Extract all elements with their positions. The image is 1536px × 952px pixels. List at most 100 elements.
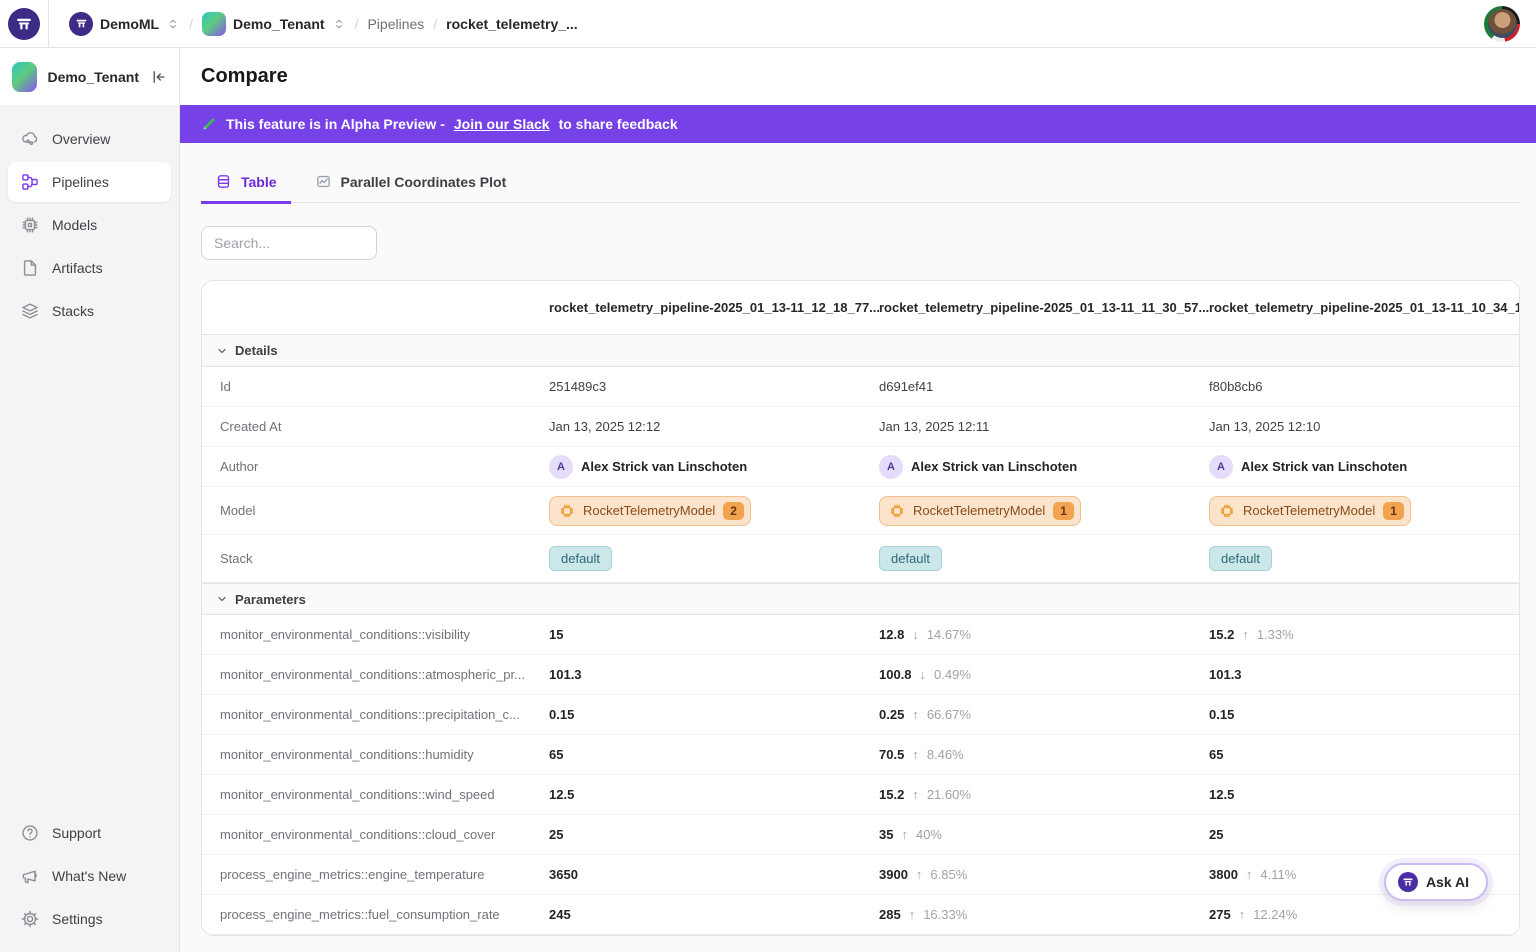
parameter-name: monitor_environmental_conditions::wind_s… [202, 787, 549, 802]
model-name: RocketTelemetryModel [1243, 503, 1375, 518]
parameter-delta: 40% [916, 827, 942, 842]
detail-cell: RocketTelemetryModel2 [549, 496, 879, 526]
join-slack-link[interactable]: Join our Slack [454, 116, 550, 132]
model-badge[interactable]: RocketTelemetryModel1 [879, 496, 1081, 526]
stack-badge[interactable]: default [879, 546, 942, 571]
breadcrumb-org-switcher[interactable]: DemoML [69, 12, 180, 36]
arrow-up-icon: ↑ [909, 907, 916, 922]
chip-badge-icon [559, 503, 575, 519]
author-name: Alex Strick van Linschoten [911, 459, 1077, 474]
parameter-name: process_engine_metrics::engine_temperatu… [202, 867, 549, 882]
detail-cell: default [1209, 546, 1519, 571]
arrow-up-icon: ↑ [916, 867, 923, 882]
parameter-value: 0.15 [549, 707, 574, 722]
tab-table[interactable]: Table [201, 165, 291, 204]
breadcrumb-tenant-switcher[interactable]: Demo_Tenant [202, 12, 346, 36]
detail-row-label: Model [202, 503, 549, 518]
parameter-cell: 12.8↓14.67% [879, 627, 1209, 642]
sidebar-item-artifacts[interactable]: Artifacts [8, 248, 171, 288]
chevron-down-icon [216, 593, 228, 605]
details-section-label: Details [235, 343, 278, 358]
question-icon [20, 823, 40, 843]
parameter-row: monitor_environmental_conditions::wind_s… [202, 775, 1519, 815]
user-avatar[interactable] [1484, 6, 1520, 42]
author-avatar: A [549, 455, 573, 479]
ask-ai-button[interactable]: Ask AI [1384, 863, 1488, 901]
parameter-value: 3800 [1209, 867, 1238, 882]
parameter-cell: 0.15 [1209, 707, 1519, 722]
arrow-down-icon: ↓ [912, 627, 919, 642]
model-name: RocketTelemetryModel [913, 503, 1045, 518]
breadcrumb-current-page: rocket_telemetry_... [446, 16, 578, 32]
detail-cell: default [879, 546, 1209, 571]
model-version-count: 2 [723, 502, 744, 520]
parameter-cell: 65 [549, 747, 879, 762]
parameter-row: monitor_environmental_conditions::humidi… [202, 735, 1519, 775]
detail-row-id: Id251489c3d691ef41f80b8cb6 [202, 367, 1519, 407]
tenant-logo-icon [12, 62, 37, 92]
model-badge[interactable]: RocketTelemetryModel2 [549, 496, 751, 526]
sidebar-item-support[interactable]: Support [8, 813, 171, 853]
content: Table Parallel Coordinates Plot rocket_t… [180, 143, 1536, 952]
chip-icon [20, 215, 40, 235]
org-name: DemoML [100, 16, 159, 32]
sidebar-item-stacks[interactable]: Stacks [8, 291, 171, 331]
sidebar-item-pipelines[interactable]: Pipelines [8, 162, 171, 202]
detail-row-model: ModelRocketTelemetryModel2RocketTelemetr… [202, 487, 1519, 535]
sidebar-item-models[interactable]: Models [8, 205, 171, 245]
breadcrumb-pipelines-link[interactable]: Pipelines [367, 16, 424, 32]
stack-badge[interactable]: default [1209, 546, 1272, 571]
parameter-row: monitor_environmental_conditions::cloud_… [202, 815, 1519, 855]
parameter-cell: 0.15 [549, 707, 879, 722]
sidebar-collapse-button[interactable] [149, 68, 167, 86]
sidebar-item-label: Pipelines [52, 174, 109, 190]
ask-ai-label: Ask AI [1426, 874, 1469, 890]
sidebar-item-label: What's New [52, 868, 126, 884]
sidebar-header: Demo_Tenant [0, 48, 179, 105]
sidebar-footer: Support What's New Settings [0, 813, 179, 952]
layers-icon [20, 301, 40, 321]
parameter-value: 245 [549, 907, 571, 922]
parameters-section-header[interactable]: Parameters [202, 583, 1519, 615]
sidebar-item-what-s-new[interactable]: What's New [8, 856, 171, 896]
breadcrumb-separator: / [433, 16, 437, 32]
chevron-down-icon [216, 345, 228, 357]
parameter-row: process_engine_metrics::engine_temperatu… [202, 855, 1519, 895]
parameter-row: monitor_environmental_conditions::precip… [202, 695, 1519, 735]
banner-text-after: to share feedback [559, 116, 678, 132]
tab-parallel-coordinates[interactable]: Parallel Coordinates Plot [301, 165, 521, 204]
detail-row-label: Created At [202, 419, 549, 434]
parameter-name: monitor_environmental_conditions::visibi… [202, 627, 549, 642]
pencil-icon [201, 116, 217, 132]
parameters-section-label: Parameters [235, 592, 306, 607]
sidebar: Demo_Tenant Overview Pipelines ModelsArtif… [0, 48, 180, 952]
parameter-value: 12.5 [1209, 787, 1234, 802]
parameter-value: 25 [1209, 827, 1223, 842]
arrow-up-icon: ↑ [1246, 867, 1253, 882]
parameter-value: 101.3 [549, 667, 582, 682]
parameter-value: 15 [549, 627, 563, 642]
zenml-logo-icon [1398, 872, 1418, 892]
model-badge[interactable]: RocketTelemetryModel1 [1209, 496, 1411, 526]
sidebar-item-settings[interactable]: Settings [8, 899, 171, 939]
search-input[interactable] [201, 226, 377, 260]
page-header: Compare [180, 48, 1536, 105]
detail-cell: RocketTelemetryModel1 [879, 496, 1209, 526]
chevron-sort-icon [166, 17, 180, 31]
parameter-delta: 8.46% [927, 747, 964, 762]
detail-cell: f80b8cb6 [1209, 379, 1519, 394]
detail-value: Jan 13, 2025 12:10 [1209, 419, 1320, 434]
parameter-value: 101.3 [1209, 667, 1242, 682]
banner-text-before: This feature is in Alpha Preview - [226, 116, 445, 132]
parameter-row: monitor_environmental_conditions::atmosp… [202, 655, 1519, 695]
chip-badge-icon [1219, 503, 1235, 519]
detail-row-created-at: Created AtJan 13, 2025 12:12 Jan 13, 2025… [202, 407, 1519, 447]
detail-cell: Jan 13, 2025 12:12 [549, 419, 879, 434]
details-section-header[interactable]: Details [202, 335, 1519, 367]
stack-badge[interactable]: default [549, 546, 612, 571]
run-column-header: rocket_telemetry_pipeline-2025_01_13-11_… [1209, 300, 1519, 315]
sidebar-item-overview[interactable]: Overview [8, 119, 171, 159]
zenml-home-button[interactable] [0, 0, 49, 48]
parameter-name: process_engine_metrics::fuel_consumption… [202, 907, 549, 922]
author-name: Alex Strick van Linschoten [1241, 459, 1407, 474]
